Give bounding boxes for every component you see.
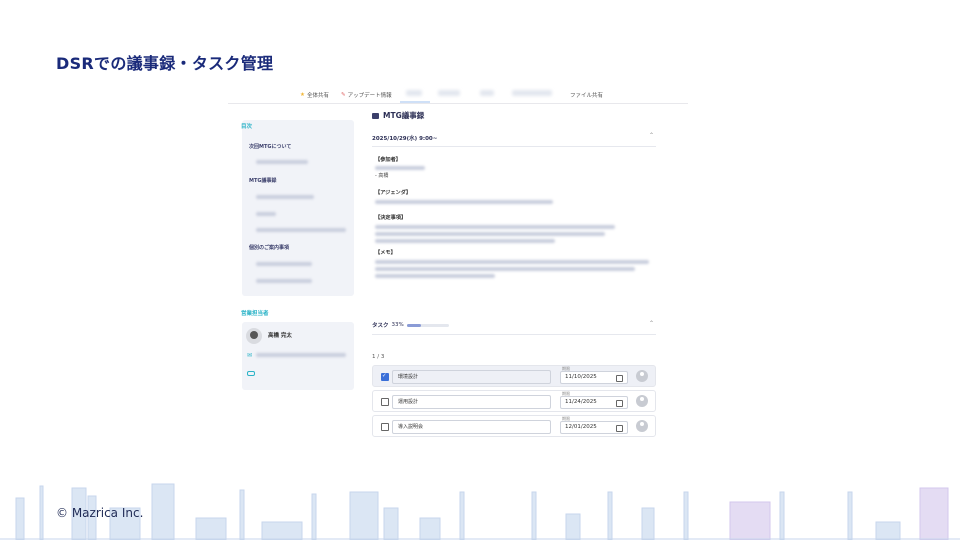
agenda-heading: 【アジェンダ】 [375, 190, 412, 196]
due-date-text: 11/10/2025 [565, 374, 597, 380]
tab-bar: ★ 全体共有 ✎ アップデート情報 ファイル共有 [228, 84, 688, 104]
decisions-redacted [375, 232, 605, 236]
toc-subitem-redacted[interactable] [256, 195, 314, 199]
task-percent: 33% [391, 322, 404, 328]
assignee-avatar[interactable] [636, 370, 648, 382]
tab-redacted[interactable] [438, 90, 460, 96]
toc-item-individual-notice[interactable]: 個別のご案内事項 [249, 244, 289, 251]
toc-subitem-redacted[interactable] [256, 228, 346, 232]
assignee-avatar[interactable] [636, 420, 648, 432]
memo-redacted [375, 274, 495, 278]
skyline-decoration [0, 483, 960, 540]
star-icon: ★ [300, 92, 305, 98]
rep-heading: 営業担当者 [241, 311, 269, 317]
decisions-heading: 【決定事項】 [375, 215, 407, 221]
document-icon [372, 112, 379, 119]
tab-redacted[interactable] [406, 90, 422, 96]
divider [372, 334, 656, 335]
participants-redacted [375, 166, 425, 170]
mail-icon: ✉ [247, 352, 253, 359]
task-count: 1 / 3 [372, 354, 385, 360]
calendar-icon[interactable] [616, 425, 623, 432]
task-progress-row: タスク 33% [372, 321, 449, 329]
task-row[interactable]: 導入説明会 期限 12/01/2025 [372, 415, 656, 437]
active-tab-indicator [400, 101, 430, 103]
participant-item: - 高橋 [375, 173, 389, 179]
toc-subitem-redacted[interactable] [256, 160, 308, 164]
agenda-redacted [375, 200, 553, 204]
link-icon[interactable] [247, 371, 255, 376]
task-row[interactable]: 運用設計 期限 11/24/2025 [372, 390, 656, 412]
avatar [246, 328, 262, 344]
due-date-text: 12/01/2025 [565, 424, 597, 430]
decisions-redacted [375, 225, 615, 229]
minutes-title: MTG議事録 [372, 110, 424, 121]
pencil-icon: ✎ [341, 92, 346, 98]
tab-label: 全体共有 [306, 93, 329, 99]
toc-subitem-redacted[interactable] [256, 262, 312, 266]
task-name-input[interactable]: 環境設計 [392, 370, 551, 384]
task-label: タスク [372, 323, 389, 329]
minutes-title-text: MTG議事録 [383, 111, 425, 120]
tab-label: アップデート情報 [347, 93, 392, 99]
toc-item-mtg-minutes[interactable]: MTG議事録 [249, 177, 277, 184]
task-due-date-input[interactable]: 11/10/2025 [560, 371, 628, 384]
calendar-icon[interactable] [616, 400, 623, 407]
tab-overview[interactable]: ★ 全体共有 [300, 90, 329, 100]
toc-item-next-mtg[interactable]: 次回MTGについて [249, 143, 291, 150]
chevron-up-icon[interactable]: ⌃ [649, 132, 654, 139]
toc-subitem-redacted[interactable] [256, 279, 312, 283]
slide-title: DSRでの議事録・タスク管理 [56, 54, 274, 73]
tab-redacted[interactable] [480, 90, 494, 96]
copyright: © Mazrica Inc. [56, 506, 144, 520]
task-checkbox[interactable] [381, 398, 389, 406]
task-progress-bar [406, 323, 449, 327]
tab-updates[interactable]: ✎ アップデート情報 [341, 90, 392, 100]
meeting-date[interactable]: 2025/10/29(水) 9:00~ [372, 134, 437, 142]
memo-redacted [375, 260, 649, 264]
decisions-redacted [375, 239, 555, 243]
participants-heading: 【参加者】 [375, 157, 401, 163]
toc-subitem-redacted[interactable] [256, 212, 276, 216]
toc-heading: 目次 [241, 124, 253, 130]
tab-label: ファイル共有 [570, 93, 604, 99]
task-row[interactable]: 環境設計期限11/10/2025 [372, 365, 656, 387]
chevron-up-icon[interactable]: ⌃ [649, 320, 654, 327]
memo-redacted [375, 267, 635, 271]
task-due-date-input[interactable]: 11/24/2025 [560, 396, 628, 409]
app-screenshot: ★ 全体共有 ✎ アップデート情報 ファイル共有 目次 次回MTGについて MT… [228, 84, 688, 456]
due-date-text: 11/24/2025 [565, 399, 597, 405]
rep-email-redacted[interactable] [256, 353, 346, 357]
divider [372, 146, 656, 147]
task-due-date-input[interactable]: 12/01/2025 [560, 421, 628, 434]
tab-files[interactable]: ファイル共有 [570, 90, 603, 100]
task-name-input[interactable]: 運用設計 [392, 395, 551, 409]
memo-heading: 【メモ】 [375, 250, 396, 256]
task-name-input[interactable]: 導入説明会 [392, 420, 551, 434]
tab-redacted[interactable] [512, 90, 552, 96]
rep-name: 高橋 完太 [268, 333, 292, 339]
task-checkbox[interactable] [381, 372, 389, 381]
task-progress-fill [406, 323, 421, 327]
calendar-icon[interactable] [616, 375, 623, 382]
assignee-avatar[interactable] [636, 395, 648, 407]
task-checkbox[interactable] [381, 423, 389, 431]
